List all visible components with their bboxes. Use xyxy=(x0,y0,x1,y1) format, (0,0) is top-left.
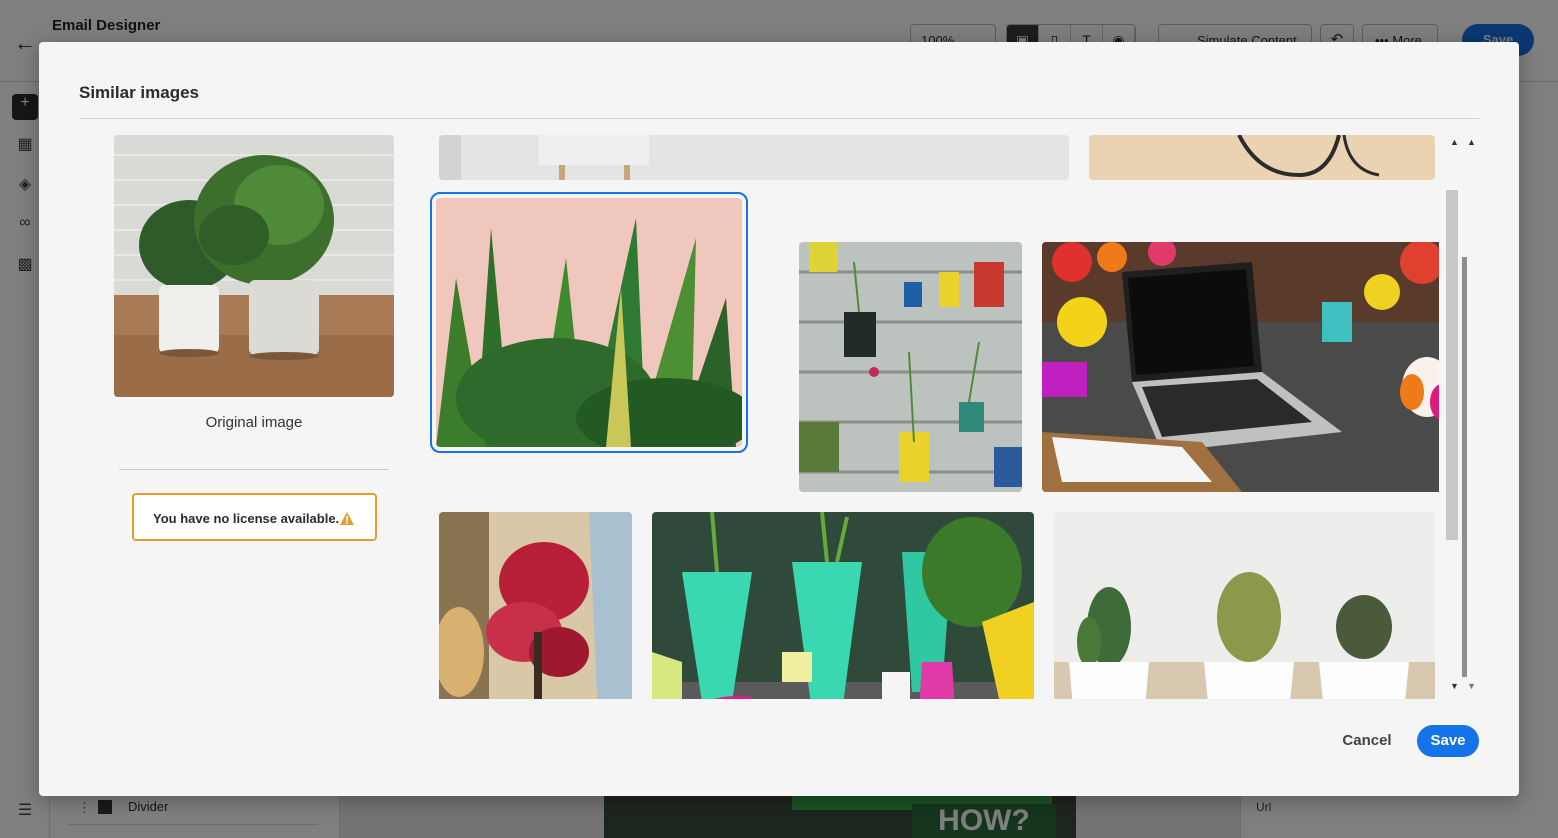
scroll-up-arrow-icon[interactable]: ▲ xyxy=(1450,137,1459,147)
gallery-image-green-vases[interactable] xyxy=(652,512,1034,699)
scroll-down-arrow-icon[interactable]: ▼ xyxy=(1450,681,1459,691)
license-warning: You have no license available. xyxy=(132,493,377,541)
original-image xyxy=(114,135,394,397)
gallery-image-snake-plant[interactable] xyxy=(430,192,748,453)
gallery-scrollbar[interactable]: ▲ ▲ ▼ ▼ xyxy=(1445,135,1479,699)
license-warning-text: You have no license available. xyxy=(153,511,340,526)
similar-images-dialog: Similar images Original image You have n… xyxy=(39,42,1519,796)
original-image-caption: Original image xyxy=(205,414,303,431)
cancel-button[interactable]: Cancel xyxy=(1329,725,1405,757)
gallery-image-three-cacti[interactable] xyxy=(1054,512,1435,699)
scroll-down-arrow-icon[interactable]: ▼ xyxy=(1467,681,1476,691)
gallery-image-red-bonsai[interactable] xyxy=(439,512,632,699)
warning-icon xyxy=(340,512,354,525)
dialog-title: Similar images xyxy=(79,83,200,102)
gallery-image-partial-1[interactable] xyxy=(439,135,1069,180)
gallery-image-laptop-flowers[interactable] xyxy=(1042,242,1439,492)
scroll-thumb[interactable] xyxy=(1462,257,1467,677)
gallery-image-partial-2[interactable] xyxy=(1089,135,1435,180)
scroll-up-arrow-icon[interactable]: ▲ xyxy=(1467,137,1476,147)
gallery-image-tin-can-planters[interactable] xyxy=(799,242,1022,492)
left-divider xyxy=(119,469,389,470)
similar-images-grid xyxy=(429,135,1439,699)
title-divider xyxy=(79,118,1479,119)
scroll-track[interactable] xyxy=(1446,190,1458,540)
save-button[interactable]: Save xyxy=(1417,725,1479,757)
